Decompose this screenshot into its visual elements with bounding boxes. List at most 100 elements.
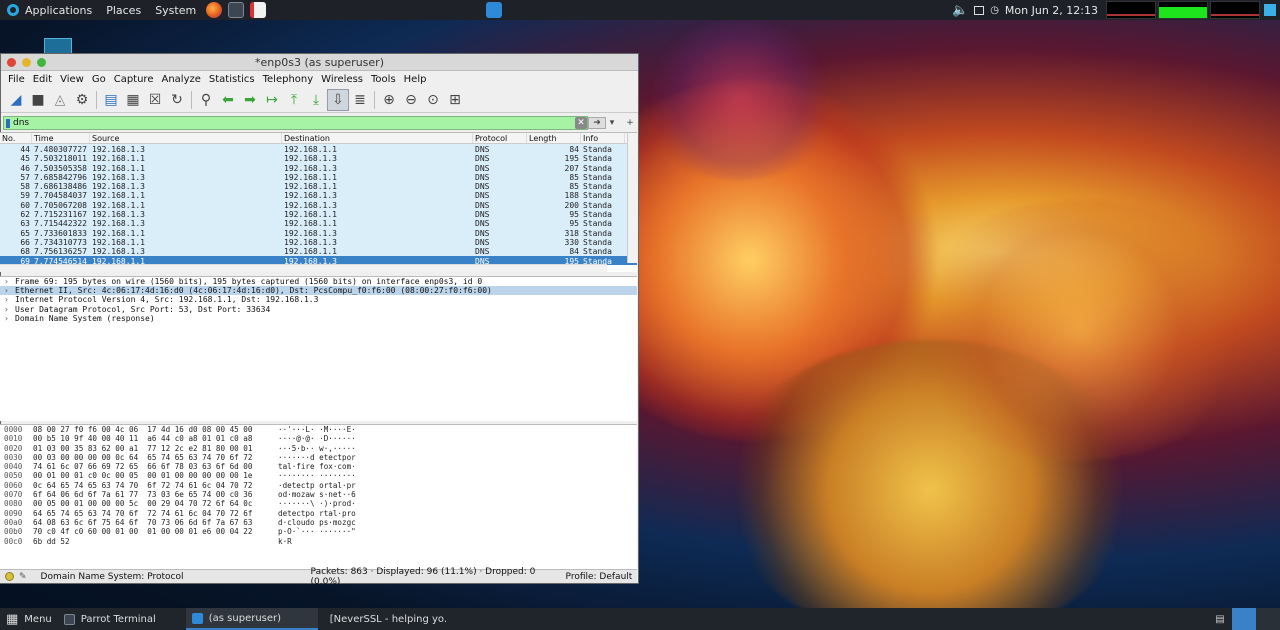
packet-row[interactable]: 60 7.705067208 192.168.1.1 192.168.1.3 DNS 20… (0, 199, 637, 210)
text-editor-launcher-icon[interactable] (250, 2, 267, 18)
hex-row[interactable]: 0080 00 05 00 01 00 00 00 5c 00 29 04 70 … (0, 499, 637, 508)
menu-edit[interactable]: Edit (29, 74, 56, 85)
expand-arrow-icon[interactable]: › (4, 314, 15, 323)
menu-go[interactable]: Go (88, 74, 110, 85)
menu-view[interactable]: View (56, 74, 88, 85)
hex-row[interactable]: 0030 00 03 00 00 00 00 0c 64 65 74 65 63 … (0, 453, 637, 462)
go-first-packet-icon[interactable]: ⤒ (283, 89, 305, 111)
packet-row[interactable]: 63 7.715442322 192.168.1.3 192.168.1.1 DNS 95… (0, 218, 637, 228)
applications-menu[interactable]: Applications (0, 0, 99, 20)
clear-filter-icon[interactable]: ✕ (575, 117, 587, 129)
start-capture-icon[interactable]: ◢ (5, 89, 27, 111)
clock-datetime[interactable]: Mon Jun 2, 12:13 (1005, 4, 1098, 17)
hex-row[interactable]: 0060 0c 64 65 74 65 63 74 70 6f 72 74 61 … (0, 481, 637, 490)
task-parrot-terminal[interactable]: Parrot Terminal (58, 608, 186, 630)
places-menu[interactable]: Places (99, 0, 148, 20)
expert-info-icon[interactable] (5, 572, 14, 581)
resize-columns-icon[interactable]: ⊞ (444, 89, 466, 111)
zoom-out-icon[interactable]: ⊖ (400, 89, 422, 111)
packet-row[interactable]: 59 7.704584037 192.168.1.1 192.168.1.3 DNS 18… (0, 190, 637, 200)
close-icon[interactable] (7, 58, 16, 67)
hex-row[interactable]: 0070 6f 64 06 6d 6f 7a 61 77 73 03 6e 65 … (0, 490, 637, 499)
column-header-length[interactable]: Length (527, 133, 581, 143)
taskbar-menu-button[interactable]: ▦ Menu (0, 608, 58, 630)
expand-arrow-icon[interactable]: › (4, 286, 15, 295)
packet-row[interactable]: 68 7.756136257 192.168.1.3 192.168.1.1 DNS 84… (0, 246, 637, 256)
go-forward-icon[interactable]: ➡ (239, 89, 261, 111)
firefox-launcher-icon[interactable] (206, 2, 223, 18)
colorize-icon[interactable]: ≣ (349, 89, 371, 111)
hex-row[interactable]: 00a0 64 08 63 6c 6f 75 64 6f 70 73 06 6d … (0, 518, 637, 527)
hex-row[interactable]: 0050 00 01 00 01 c0 0c 00 05 00 01 00 00 … (0, 471, 637, 480)
packet-row[interactable]: 45 7.503218011 192.168.1.1 192.168.1.3 DNS 19… (0, 153, 637, 163)
menu-wireless[interactable]: Wireless (317, 74, 367, 85)
packet-row[interactable]: 44 7.480307727 192.168.1.3 192.168.1.1 DNS 84… (0, 144, 637, 154)
apply-filter-icon[interactable]: ➜ (588, 117, 606, 129)
detail-row-udp[interactable]: › User Datagram Protocol, Src Port: 53, D… (0, 305, 637, 314)
capture-options-icon[interactable]: ⚙ (71, 89, 93, 111)
hex-row[interactable]: 0010 00 b5 10 9f 40 00 40 11 a6 44 c0 a8 … (0, 434, 637, 443)
workspace-2-icon[interactable] (1232, 608, 1256, 630)
wireshark-tray-icon[interactable] (486, 2, 502, 18)
packet-list-vscrollbar[interactable] (627, 133, 637, 263)
packet-list-hscrollbar[interactable] (0, 264, 607, 272)
add-filter-button-icon[interactable]: + (624, 117, 636, 129)
menu-help[interactable]: Help (400, 74, 431, 85)
task-wireshark[interactable]: (as superuser) (185, 608, 318, 630)
save-file-icon[interactable]: ▦ (122, 89, 144, 111)
hex-row[interactable]: 0000 08 00 27 f0 f6 00 4c 06 17 4d 16 d0 … (0, 425, 637, 434)
packet-row[interactable]: 62 7.715231167 192.168.1.3 192.168.1.1 DNS 95… (0, 209, 637, 219)
maximize-icon[interactable] (37, 58, 46, 67)
workspace-3-icon[interactable] (1256, 608, 1280, 630)
network-icon[interactable] (974, 5, 985, 15)
window-titlebar[interactable]: *enp0s3 (as superuser) (1, 54, 638, 71)
column-header-time[interactable]: Time (32, 133, 90, 143)
menu-statistics[interactable]: Statistics (205, 74, 259, 85)
column-header-destination[interactable]: Destination (282, 133, 473, 143)
go-last-packet-icon[interactable]: ⤓ (305, 89, 327, 111)
volume-icon[interactable]: 🔈 (952, 3, 968, 18)
menu-tools[interactable]: Tools (367, 74, 400, 85)
menu-capture[interactable]: Capture (110, 74, 158, 85)
column-header-protocol[interactable]: Protocol (473, 133, 527, 143)
packet-row[interactable]: 65 7.733601833 192.168.1.1 192.168.1.3 DNS 31… (0, 227, 637, 237)
task-firefox[interactable]: [NeverSSL - helping yo... (318, 608, 446, 630)
status-profile[interactable]: Profile: Default (566, 572, 633, 582)
hex-row[interactable]: 0090 64 65 74 65 63 74 70 6f 72 74 61 6c … (0, 509, 637, 518)
find-packet-icon[interactable]: ⚲ (195, 89, 217, 111)
stop-capture-icon[interactable]: ■ (27, 89, 49, 111)
packet-row[interactable]: 46 7.503505358 192.168.1.1 192.168.1.3 DNS 20… (0, 162, 637, 172)
column-header-info[interactable]: Info (581, 133, 625, 143)
minimize-icon[interactable] (22, 58, 31, 67)
hex-row[interactable]: 00c0 6b dd 52 k·R (0, 537, 637, 546)
close-file-icon[interactable]: ☒ (144, 89, 166, 111)
display-filter-input[interactable] (10, 117, 575, 129)
menu-telephony[interactable]: Telephony (259, 74, 318, 85)
packet-row[interactable]: 58 7.686138486 192.168.1.3 192.168.1.1 DNS 85… (0, 181, 637, 191)
column-header-source[interactable]: Source (90, 133, 282, 143)
detail-row-ethernet[interactable]: › Ethernet II, Src: 4c:06:17:4d:16:d0 (4c… (0, 286, 637, 296)
expand-arrow-icon[interactable]: › (4, 295, 15, 304)
packet-row[interactable]: 66 7.734310773 192.168.1.1 192.168.1.3 DNS 33… (0, 236, 637, 247)
menu-analyze[interactable]: Analyze (157, 74, 204, 85)
expand-arrow-icon[interactable]: › (4, 305, 15, 314)
column-header-no[interactable]: No. (0, 133, 32, 143)
system-menu[interactable]: System (148, 0, 203, 20)
workspace-1-icon[interactable]: ▤ (1208, 608, 1232, 630)
filter-dropdown-icon[interactable]: ▾ (606, 117, 618, 129)
auto-scroll-icon[interactable]: ⇩ (327, 88, 349, 111)
detail-row-frame[interactable]: › Frame 69: 195 bytes on wire (1560 bits)… (0, 277, 637, 286)
detail-row-dns[interactable]: › Domain Name System (response) (0, 314, 637, 323)
hex-row[interactable]: 00b0 70 c0 4f c0 60 00 01 00 01 00 00 01 … (0, 527, 637, 536)
hex-row[interactable]: 0020 01 03 00 35 83 62 00 a1 77 12 2c e2 … (0, 444, 637, 453)
terminal-launcher-icon[interactable] (228, 2, 245, 18)
reload-file-icon[interactable]: ↻ (166, 89, 188, 111)
menu-file[interactable]: File (4, 74, 29, 85)
expand-arrow-icon[interactable]: › (4, 277, 15, 286)
go-to-packet-icon[interactable]: ↦ (261, 89, 283, 111)
go-back-icon[interactable]: ⬅ (217, 89, 239, 111)
hex-row[interactable]: 0040 74 61 6c 07 66 69 72 65 66 6f 78 03 … (0, 462, 637, 471)
zoom-normal-icon[interactable]: ⊙ (422, 89, 444, 111)
restart-capture-icon[interactable]: ◬ (49, 89, 71, 111)
zoom-in-icon[interactable]: ⊕ (378, 89, 400, 111)
